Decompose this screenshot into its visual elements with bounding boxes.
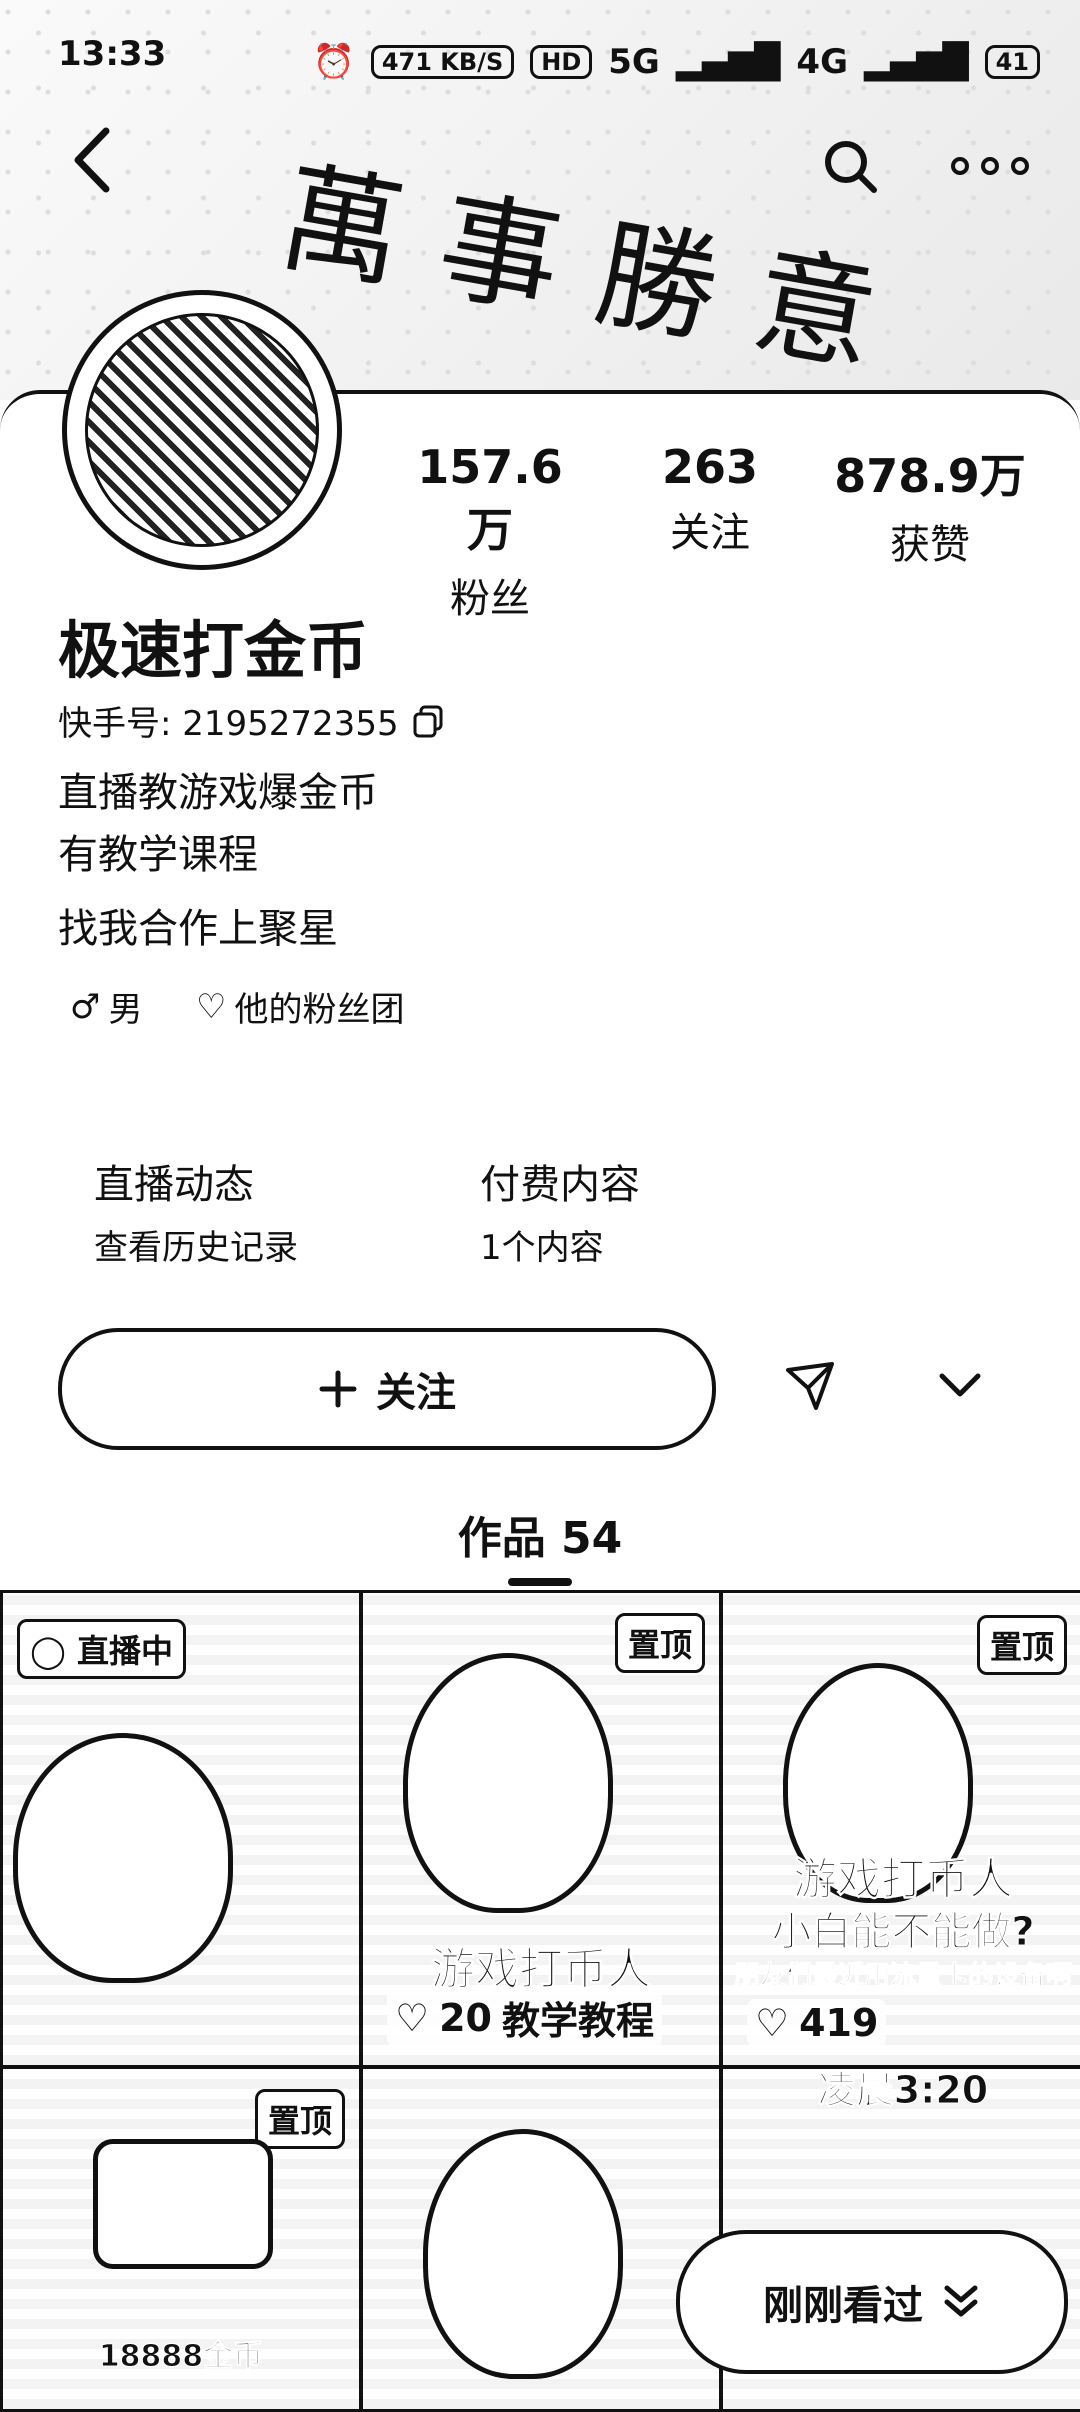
- double-chevron-down-icon: [944, 2285, 978, 2317]
- recently-viewed-button[interactable]: 刚刚看过: [676, 2230, 1068, 2374]
- video-tile[interactable]: 置顶 游戏打币人 小白能不能做? 朋友们最近用流量卡的设备啊 ♡ 419: [720, 1590, 1080, 2068]
- more-dots-icon: [951, 157, 1029, 175]
- paid-content-section[interactable]: 付费内容 1个内容: [480, 1152, 640, 1269]
- signal-bars-icon: ▂▄▆█: [864, 42, 969, 82]
- section-title: 直播动态: [94, 1162, 254, 1208]
- fan-group-tag[interactable]: ♡ 他的粉丝团: [196, 982, 404, 1031]
- net-speed: 471 KB/S: [370, 45, 515, 79]
- send-icon: [786, 1362, 834, 1410]
- stat-likes[interactable]: 878.9万 获赞: [830, 440, 1030, 570]
- video-caption: 凌晨3:20: [817, 2068, 989, 2113]
- gender-label: 男: [108, 990, 143, 1030]
- hd-badge: HD: [530, 45, 593, 79]
- bio-line: 直播教游戏爆金币: [58, 770, 378, 816]
- section-title: 付费内容: [480, 1162, 640, 1208]
- search-icon: [825, 141, 877, 193]
- signal-bars-icon: ▂▄▆█: [675, 42, 781, 82]
- video-tile[interactable]: [360, 2066, 722, 2412]
- stat-value: 157.6万: [417, 440, 563, 557]
- video-tile[interactable]: 置顶 18888金币: [0, 2066, 362, 2412]
- video-caption-line: 教学教程: [501, 1999, 654, 2043]
- video-caption: 18888金币: [98, 2339, 264, 2375]
- stat-label: 粉丝: [450, 576, 530, 622]
- live-dot-icon: ◯: [30, 1632, 66, 1670]
- badge-label: 直播中: [76, 1632, 173, 1670]
- back-button[interactable]: [52, 120, 132, 200]
- avatar[interactable]: [62, 290, 342, 570]
- pinned-badge: 置顶: [254, 2089, 345, 2149]
- fan-group-label: 他的粉丝团: [234, 990, 405, 1030]
- plus-icon: [319, 1370, 357, 1408]
- more-button[interactable]: [940, 126, 1040, 206]
- signal-4g: 4G: [796, 42, 848, 82]
- stat-fans[interactable]: 157.6万 粉丝: [400, 440, 580, 624]
- bio-line: 找我合作上聚星: [58, 906, 338, 952]
- profile-name: 极速打金币: [58, 614, 369, 687]
- battery-indicator: 41: [984, 45, 1040, 79]
- status-icons: ⏰ 471 KB/S HD 5G ▂▄▆█ 4G ▂▄▆█ 41: [312, 34, 1040, 90]
- video-caption: 游戏打币人: [793, 1854, 1014, 1906]
- live-badge: ◯ 直播中: [17, 1619, 186, 1679]
- video-caption-small: 朋友们最近用流量卡的设备啊: [733, 1961, 1072, 1992]
- expand-button[interactable]: [920, 1346, 1000, 1426]
- alarm-icon: ⏰: [312, 42, 355, 82]
- section-subtitle: 查看历史记录: [94, 1228, 298, 1268]
- heart-outline-icon: ♡: [196, 986, 227, 1027]
- share-button[interactable]: [770, 1346, 850, 1426]
- copy-icon[interactable]: [411, 704, 445, 738]
- heart-outline-icon: ♡: [395, 1995, 430, 2040]
- tab-indicator: [508, 1578, 572, 1586]
- stat-following[interactable]: 263 关注: [630, 440, 790, 558]
- bio-line: 有教学课程: [58, 832, 258, 878]
- pinned-badge: 置顶: [614, 1613, 705, 1673]
- like-count: ♡ 419: [747, 1999, 887, 2047]
- like-count: ♡ 20 教学教程: [387, 1988, 662, 2047]
- gender-tag: ♂ 男: [70, 982, 142, 1031]
- status-time: 13:33: [58, 34, 167, 74]
- kuaishou-id: 快手号: 2195272355: [58, 696, 445, 745]
- follow-label: 关注: [376, 1370, 456, 1416]
- live-history-section[interactable]: 直播动态 查看历史记录: [94, 1152, 298, 1269]
- heart-outline-icon: ♡: [755, 2001, 790, 2045]
- back-arrow-icon: [74, 127, 110, 193]
- pinned-badge: 置顶: [976, 1615, 1067, 1675]
- stat-value: 878.9万: [834, 449, 1026, 503]
- signal-5g: 5G: [608, 42, 660, 82]
- video-tile[interactable]: 置顶 游戏打币人 ♡ 20 教学教程: [360, 1590, 722, 2068]
- like-count-value: 419: [799, 2001, 879, 2045]
- follow-button[interactable]: 关注: [58, 1328, 716, 1450]
- tab-works[interactable]: 作品 54: [0, 1502, 1080, 1566]
- kuaishou-id-text: 快手号: 2195272355: [58, 704, 399, 744]
- stat-label: 关注: [670, 510, 750, 556]
- section-subtitle: 1个内容: [480, 1228, 604, 1268]
- treasure-chest-icon: [93, 2139, 273, 2269]
- chevron-down-icon: [939, 1373, 981, 1397]
- stat-label: 获赞: [890, 522, 970, 568]
- stat-value: 263: [661, 440, 759, 494]
- recently-viewed-label: 刚刚看过: [763, 2283, 923, 2329]
- like-count-value: 20: [439, 1995, 492, 2040]
- male-icon: ♂: [70, 986, 101, 1027]
- search-button[interactable]: [810, 126, 890, 206]
- video-caption-line: 小白能不能做?: [771, 1909, 1035, 1956]
- video-tile[interactable]: ◯ 直播中: [0, 1590, 362, 2068]
